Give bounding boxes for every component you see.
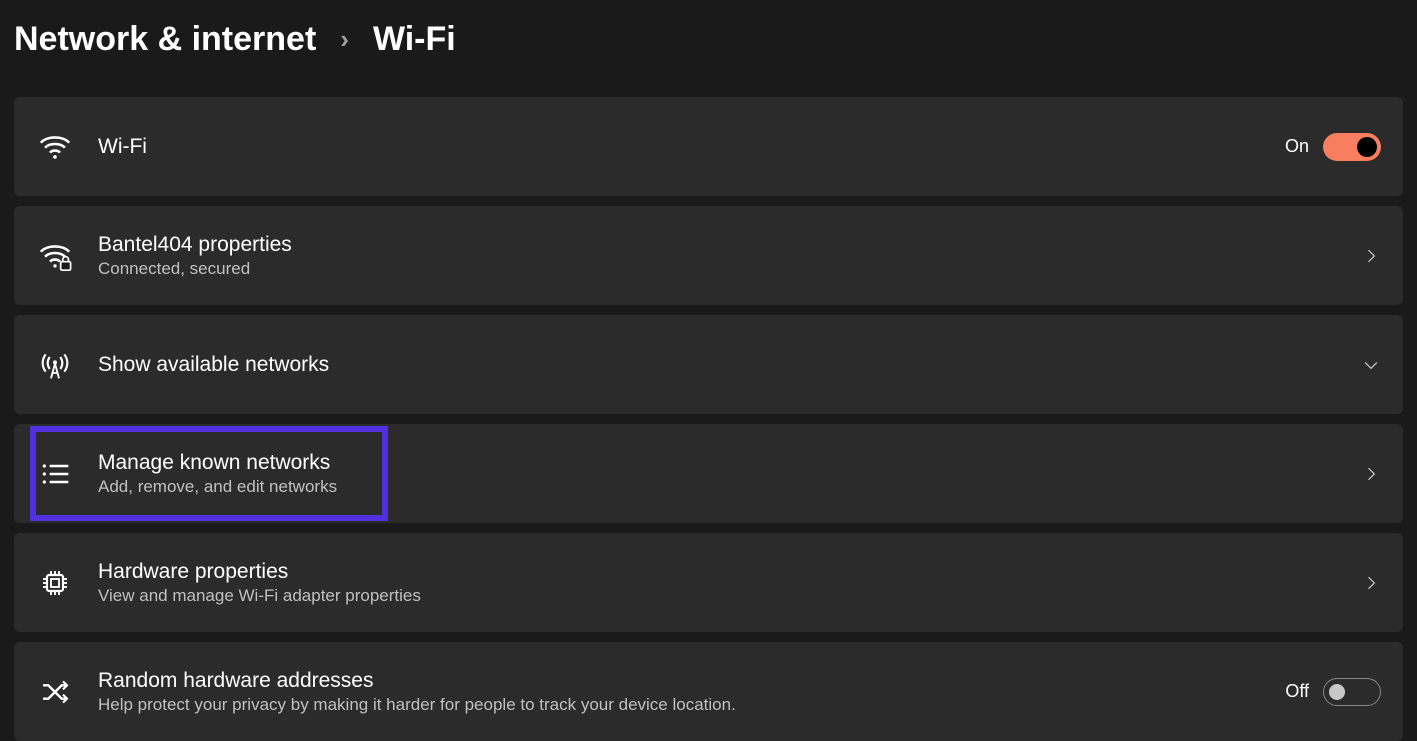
network-properties-row[interactable]: Bantel404 properties Connected, secured [14, 206, 1403, 305]
list-icon [36, 455, 74, 493]
shuffle-icon [36, 673, 74, 711]
antenna-icon [36, 346, 74, 384]
wifi-icon [36, 128, 74, 166]
wifi-toggle-row[interactable]: Wi-Fi On [14, 97, 1403, 196]
settings-list: Wi-Fi On Bantel404 properties Connected,… [14, 97, 1403, 741]
wifi-toggle-switch[interactable] [1323, 133, 1381, 161]
random-hw-toggle-label: Off [1285, 681, 1309, 702]
chevron-right-icon [1361, 246, 1381, 266]
hardware-props-title: Hardware properties [98, 560, 1361, 584]
chevron-right-icon: › [340, 24, 349, 55]
manage-known-networks-row[interactable]: Manage known networks Add, remove, and e… [14, 424, 1403, 523]
network-props-title: Bantel404 properties [98, 233, 1361, 257]
chevron-right-icon [1361, 464, 1381, 484]
random-hw-toggle-switch[interactable] [1323, 678, 1381, 706]
random-hw-title: Random hardware addresses [98, 669, 1285, 693]
random-hardware-row[interactable]: Random hardware addresses Help protect y… [14, 642, 1403, 741]
wifi-toggle-state-label: On [1285, 136, 1309, 157]
available-networks-title: Show available networks [98, 353, 1361, 377]
wifi-secured-icon [36, 237, 74, 275]
random-hw-sub: Help protect your privacy by making it h… [98, 695, 1285, 715]
manage-networks-sub: Add, remove, and edit networks [98, 477, 1361, 497]
chevron-right-icon [1361, 573, 1381, 593]
show-available-networks-row[interactable]: Show available networks [14, 315, 1403, 414]
hardware-properties-row[interactable]: Hardware properties View and manage Wi-F… [14, 533, 1403, 632]
manage-networks-title: Manage known networks [98, 451, 1361, 475]
chip-icon [36, 564, 74, 602]
chevron-down-icon [1361, 355, 1381, 375]
network-props-status: Connected, secured [98, 259, 1361, 279]
breadcrumb-current: Wi-Fi [373, 20, 456, 59]
wifi-toggle-title: Wi-Fi [98, 135, 1285, 159]
hardware-props-sub: View and manage Wi-Fi adapter properties [98, 586, 1361, 606]
breadcrumb: Network & internet › Wi-Fi [14, 0, 1403, 73]
breadcrumb-parent-link[interactable]: Network & internet [14, 20, 316, 59]
